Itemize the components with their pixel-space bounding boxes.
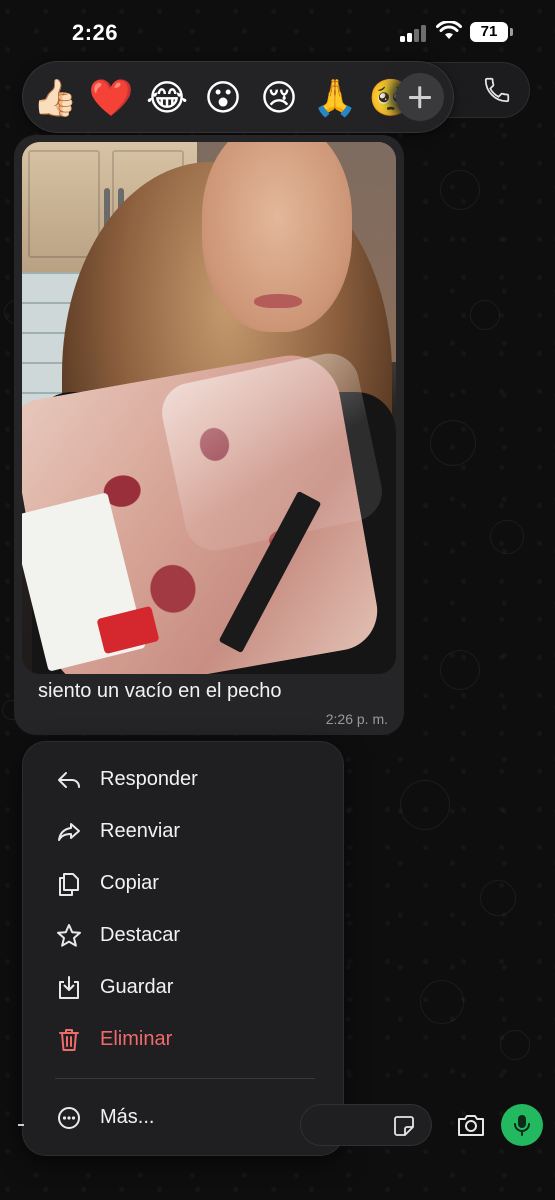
reaction-thumbs-up[interactable]: 👍🏻 xyxy=(31,74,79,122)
copy-icon xyxy=(59,873,79,896)
wifi-icon xyxy=(436,21,462,39)
camera-icon[interactable] xyxy=(456,1112,486,1138)
menu-item-delete[interactable]: Eliminar xyxy=(23,1015,345,1065)
menu-label-forward: Reenviar xyxy=(100,820,181,842)
menu-item-reply[interactable]: Responder xyxy=(23,755,345,805)
reply-icon xyxy=(58,772,80,788)
reaction-surprised[interactable]: 😮 xyxy=(199,74,247,122)
save-icon xyxy=(59,976,79,999)
reaction-red-heart[interactable]: ❤️ xyxy=(87,74,135,122)
microphone-button[interactable] xyxy=(501,1104,543,1146)
menu-label-copy: Copiar xyxy=(100,872,159,894)
trash-icon xyxy=(59,1029,79,1051)
menu-item-forward[interactable]: Reenviar xyxy=(23,807,345,857)
battery-level: 71 xyxy=(470,22,508,42)
reaction-folded-hands[interactable]: 🙏 xyxy=(311,74,359,122)
menu-label-reply: Responder xyxy=(100,768,198,790)
reaction-bar: 👍🏻 ❤️ 😂 😮 😢 🙏 🥺 xyxy=(22,61,454,133)
battery-icon xyxy=(510,28,513,36)
reaction-crying[interactable]: 😢 xyxy=(255,74,303,122)
status-bar: 2:26 71 xyxy=(0,0,555,60)
message-context-menu: Responder Reenviar Copiar Destacar Guard… xyxy=(22,741,344,1156)
menu-item-save[interactable]: Guardar xyxy=(23,963,345,1013)
menu-label-save: Guardar xyxy=(100,976,174,998)
status-time: 2:26 xyxy=(72,20,119,45)
menu-label-star: Destacar xyxy=(100,924,181,946)
star-icon xyxy=(57,924,81,947)
message-photo[interactable] xyxy=(22,142,396,674)
message-caption: siento un vacío en el pecho xyxy=(38,680,282,702)
sticker-icon[interactable] xyxy=(392,1114,416,1138)
phone-icon[interactable] xyxy=(482,75,512,105)
more-options-icon xyxy=(58,1107,80,1129)
more-reactions-button[interactable] xyxy=(396,73,444,121)
composer-add-icon[interactable] xyxy=(18,1124,24,1126)
menu-label-more: Más... xyxy=(100,1106,155,1128)
message-bubble[interactable]: siento un vacío en el pecho 2:26 p. m. xyxy=(14,135,404,735)
message-timestamp: 2:26 p. m. xyxy=(325,711,388,727)
menu-label-delete: Eliminar xyxy=(100,1028,173,1050)
forward-icon xyxy=(58,823,80,841)
menu-item-copy[interactable]: Copiar xyxy=(23,859,345,909)
reaction-tears-of-joy[interactable]: 😂 xyxy=(143,74,191,122)
menu-item-more[interactable]: Más... xyxy=(23,1093,345,1143)
cellular-signal-icon xyxy=(400,24,428,42)
microphone-icon xyxy=(514,1115,530,1136)
menu-item-star[interactable]: Destacar xyxy=(23,911,345,961)
menu-divider xyxy=(55,1078,315,1079)
